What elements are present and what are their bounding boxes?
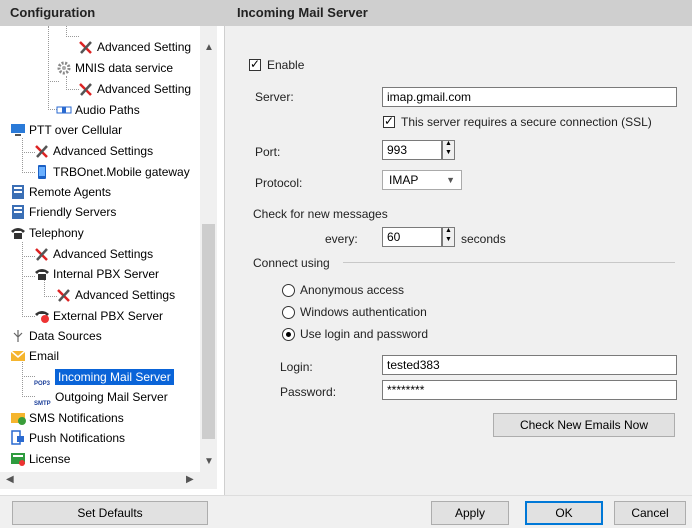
ok-button[interactable]: OK: [525, 501, 603, 525]
cancel-button[interactable]: Cancel: [614, 501, 686, 525]
scroll-right-icon[interactable]: ▶: [186, 474, 194, 485]
port-label: Port:: [255, 145, 281, 159]
tree-item-ptt-over-cellular[interactable]: PTT over Cellular: [10, 120, 122, 140]
tree-horizontal-scrollbar[interactable]: ◀ ▶: [0, 472, 217, 489]
section-divider: [343, 262, 675, 263]
config-tree: Advanced Setting MNIS data service Advan…: [0, 26, 200, 471]
tree-item-outgoing-mail-server[interactable]: SMTP Outgoing Mail Server: [34, 387, 168, 407]
chevron-down-icon: ▼: [446, 175, 455, 185]
set-defaults-button[interactable]: Set Defaults: [12, 501, 208, 525]
tree-item-friendly-servers[interactable]: Friendly Servers: [10, 202, 116, 222]
scroll-down-icon[interactable]: ▼: [204, 456, 214, 467]
tree-line: [66, 26, 79, 37]
tree-item-trbonet-mobile-gateway[interactable]: TRBOnet.Mobile gateway: [34, 162, 190, 182]
tree-item-sms-notifications[interactable]: SMS Notifications: [10, 408, 124, 428]
every-label: every:: [325, 232, 358, 246]
tree-item-data-sources[interactable]: Data Sources: [10, 326, 102, 346]
audio-paths-icon: [56, 106, 72, 114]
tools-icon: [79, 41, 92, 54]
pbx-icon: [35, 311, 49, 323]
password-input[interactable]: ********: [382, 380, 677, 400]
protocol-label: Protocol:: [255, 176, 303, 190]
telephone-icon: [11, 228, 25, 239]
tree-item-push-notifications[interactable]: Push Notifications: [10, 428, 125, 448]
apply-button[interactable]: Apply: [431, 501, 509, 525]
check-new-emails-button[interactable]: Check New Emails Now: [493, 413, 675, 437]
tree-item-license[interactable]: License: [10, 449, 70, 469]
ssl-label: This server requires a secure connection…: [401, 115, 652, 129]
server-icon: [12, 205, 24, 219]
anonymous-label: Anonymous access: [300, 283, 405, 297]
tree-item-advanced-settings-tel[interactable]: Advanced Settings: [34, 244, 153, 264]
login-label: Login:: [280, 360, 313, 374]
push-icon: [11, 430, 24, 445]
envelope-icon: [10, 350, 26, 361]
tree-item-advanced-settings-pbx[interactable]: Advanced Settings: [56, 285, 175, 305]
tree-item-remote-agents[interactable]: Remote Agents: [10, 182, 111, 202]
telephone-icon: [35, 269, 49, 280]
protocol-value: IMAP: [389, 173, 419, 187]
server-icon: [12, 185, 24, 199]
windows-auth-radio[interactable]: [282, 306, 295, 319]
ssl-checkbox[interactable]: [383, 114, 395, 128]
gear-icon: [57, 61, 71, 75]
tools-icon: [35, 248, 48, 261]
enable-label: Enable: [267, 58, 305, 72]
scroll-up-icon[interactable]: ▲: [204, 42, 214, 53]
interval-input[interactable]: 60: [382, 227, 442, 247]
tree-vertical-scrollbar[interactable]: ▲ ▼: [200, 26, 217, 472]
tree-item-internal-pbx-server[interactable]: Internal PBX Server: [34, 264, 159, 284]
anonymous-radio[interactable]: [282, 284, 295, 297]
seconds-label: seconds: [461, 232, 506, 246]
panel-title: Configuration: [0, 0, 224, 26]
connect-using-label: Connect using: [253, 256, 330, 270]
tree-item-advanced-setting[interactable]: Advanced Setting: [78, 37, 191, 57]
monitor-icon: [11, 124, 25, 136]
scroll-thumb[interactable]: [202, 224, 215, 439]
tree-item-incoming-mail-server[interactable]: POP3 Incoming Mail Server: [34, 367, 174, 387]
mobile-icon: [38, 165, 46, 179]
tree-item-advanced-settings-ptt[interactable]: Advanced Settings: [34, 141, 153, 161]
port-input[interactable]: 993: [382, 140, 442, 160]
tree-item-advanced-setting-2[interactable]: Advanced Setting: [78, 79, 191, 99]
tools-icon: [79, 83, 92, 96]
windows-auth-label: Windows authentication: [300, 305, 427, 319]
enable-checkbox[interactable]: [249, 57, 261, 71]
footer-bar: Set Defaults Apply OK Cancel: [0, 495, 692, 528]
login-input[interactable]: tested383: [382, 355, 677, 375]
password-label: Password:: [280, 385, 337, 399]
license-icon: [11, 453, 25, 466]
sms-icon: [11, 413, 26, 425]
settings-panel: Incoming Mail Server Enable Server: imap…: [225, 0, 692, 495]
page-title: Incoming Mail Server: [225, 0, 692, 26]
tools-icon: [35, 145, 48, 158]
check-messages-label: Check for new messages: [253, 207, 388, 221]
interval-stepper[interactable]: [442, 227, 455, 247]
tools-icon: [57, 289, 70, 302]
port-stepper[interactable]: [442, 140, 455, 160]
scroll-left-icon[interactable]: ◀: [6, 474, 14, 485]
tree-item-email[interactable]: Email: [10, 346, 59, 366]
tree-item-audio-paths[interactable]: Audio Paths: [56, 100, 140, 120]
data-sources-icon: [13, 330, 23, 342]
tree-item-telephony[interactable]: Telephony: [10, 223, 84, 243]
tree-item-mnis-data-service[interactable]: MNIS data service: [56, 58, 173, 78]
config-tree-panel: Configuration Advanced Setting MNIS data…: [0, 0, 225, 495]
login-password-radio[interactable]: [282, 328, 295, 341]
tree-item-external-pbx-server[interactable]: External PBX Server: [34, 306, 163, 326]
server-input[interactable]: imap.gmail.com: [382, 87, 677, 107]
protocol-select[interactable]: IMAP ▼: [382, 170, 462, 190]
login-password-label: Use login and password: [300, 327, 429, 341]
server-label: Server:: [255, 90, 294, 104]
